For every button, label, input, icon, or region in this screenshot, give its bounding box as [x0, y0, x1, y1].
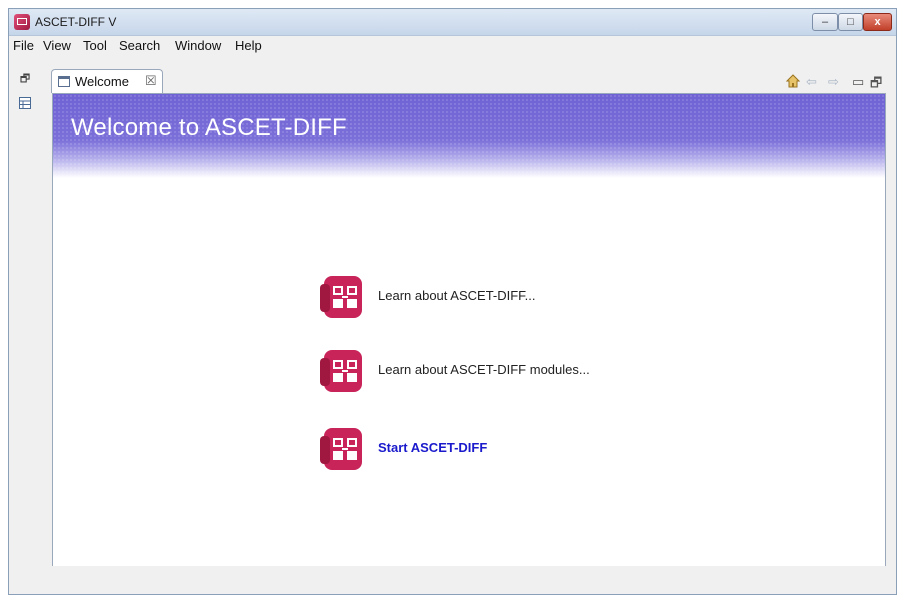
minimize-view-icon[interactable]: ▭	[852, 74, 864, 90]
menu-help[interactable]: Help	[235, 38, 262, 53]
menu-bar: File View Tool Search Window Help	[9, 36, 896, 56]
menu-view[interactable]: View	[43, 38, 71, 53]
learn-about-label[interactable]: Learn about ASCET-DIFF...	[378, 288, 536, 303]
welcome-title: Welcome to ASCET-DIFF	[71, 114, 347, 141]
welcome-banner: Welcome to ASCET-DIFF	[53, 94, 885, 178]
status-bar	[9, 566, 896, 594]
table-view-icon[interactable]	[19, 97, 31, 109]
back-arrow-icon[interactable]: ⇦	[806, 74, 817, 90]
app-icon	[14, 14, 30, 30]
welcome-page: Welcome to ASCET-DIFF Learn about ASCET-…	[52, 93, 886, 571]
ascet-diff-icon	[320, 350, 362, 392]
restore-icon[interactable]: 🗗	[19, 73, 31, 85]
start-ascet-diff-link[interactable]: Start ASCET-DIFF	[378, 440, 487, 455]
editor-area: Welcome ☒ ⇦ ⇨ ▭ 🗗 Welcome to ASCET-DIFF	[42, 64, 888, 571]
maximize-button[interactable]: □	[838, 13, 863, 31]
tab-close-icon[interactable]: ☒	[145, 73, 157, 89]
learn-modules-label[interactable]: Learn about ASCET-DIFF modules...	[378, 362, 590, 377]
learn-modules-item[interactable]: Learn about ASCET-DIFF modules...	[318, 346, 718, 398]
minimize-button[interactable]: –	[812, 13, 838, 31]
menu-file[interactable]: File	[13, 38, 34, 53]
learn-about-item[interactable]: Learn about ASCET-DIFF...	[318, 272, 718, 324]
tab-label: Welcome	[75, 74, 129, 89]
tab-row: Welcome ☒ ⇦ ⇨ ▭ 🗗	[42, 64, 888, 93]
menu-search[interactable]: Search	[119, 38, 160, 53]
application-window: ASCET-DIFF V – □ x File View Tool Search…	[8, 8, 897, 595]
home-icon[interactable]	[785, 74, 801, 91]
menu-tool[interactable]: Tool	[83, 38, 107, 53]
tab-welcome[interactable]: Welcome ☒	[51, 69, 163, 93]
window-icon	[58, 76, 70, 87]
title-bar[interactable]: ASCET-DIFF V – □ x	[9, 9, 896, 36]
forward-arrow-icon[interactable]: ⇨	[828, 74, 839, 90]
window-title: ASCET-DIFF V	[35, 15, 117, 29]
ascet-diff-icon	[320, 428, 362, 470]
ascet-diff-icon	[320, 276, 362, 318]
close-button[interactable]: x	[863, 13, 892, 31]
menu-window[interactable]: Window	[175, 38, 221, 53]
start-ascet-diff-item[interactable]: Start ASCET-DIFF	[318, 424, 718, 476]
